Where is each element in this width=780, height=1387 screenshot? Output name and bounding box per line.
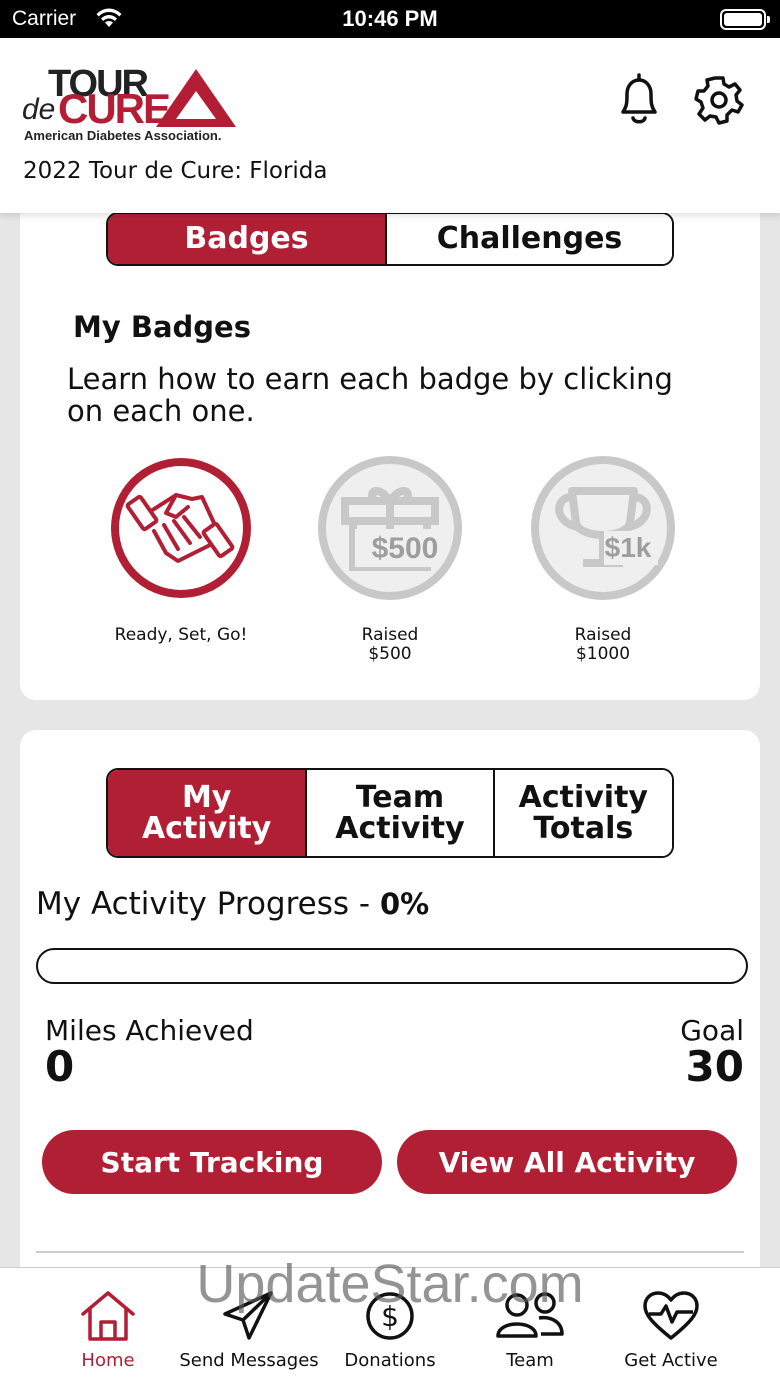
heart-pulse-icon	[643, 1291, 699, 1340]
home-icon	[81, 1291, 135, 1341]
logo-cure-text: CURE	[58, 85, 171, 132]
activity-toggle: My Activity Team Activity Activity Total…	[106, 768, 674, 858]
activity-progress-bar	[36, 948, 748, 984]
team-icon	[496, 1292, 564, 1338]
status-bar: Carrier 10:46 PM	[0, 0, 780, 38]
tab-label: Home	[81, 1350, 135, 1371]
battery-icon	[720, 9, 770, 30]
badges-hint: Learn how to earn each badge by clicking…	[67, 362, 673, 428]
badges-challenges-toggle: Badges Challenges	[106, 212, 674, 266]
tab-challenges[interactable]: Challenges	[385, 214, 672, 264]
svg-text:$500: $500	[372, 532, 439, 565]
badge-label: Raised $500	[300, 626, 480, 664]
badges-card: Badges Challenges My Badges Learn how to…	[20, 180, 760, 700]
logo-de-text: de	[22, 93, 56, 126]
event-name: 2022 Tour de Cure: Florida	[23, 158, 328, 184]
badge-ready-set-go[interactable]: Ready, Set, Go!	[91, 453, 271, 645]
tab-get-active[interactable]: Get Active	[596, 1290, 746, 1371]
tab-my-activity[interactable]: My Activity	[108, 770, 306, 856]
tab-team-activity[interactable]: Team Activity	[305, 770, 493, 856]
view-all-activity-button[interactable]: View All Activity	[397, 1130, 737, 1194]
divider	[36, 1251, 744, 1253]
tab-activity-totals[interactable]: Activity Totals	[492, 770, 672, 856]
badge-label-line2: $500	[368, 644, 412, 664]
badge-raised-1000[interactable]: $1k Raised $1000	[513, 453, 693, 664]
badge-raised-500[interactable]: $500 Raised $500	[300, 453, 480, 664]
trophy-icon: $1k	[531, 456, 675, 600]
dollar-icon: $	[366, 1292, 414, 1340]
miles-achieved-value: 0	[45, 1042, 75, 1091]
svg-text:$1k: $1k	[605, 532, 652, 563]
tab-label: Team	[506, 1350, 554, 1371]
goal-value: 30	[685, 1042, 744, 1091]
tab-badges[interactable]: Badges	[108, 214, 385, 264]
handshake-icon	[111, 458, 251, 598]
progress-separator: -	[349, 886, 380, 922]
ada-triangle-icon	[156, 69, 236, 127]
badge-label: Ready, Set, Go!	[114, 625, 248, 645]
start-tracking-button[interactable]: Start Tracking	[42, 1130, 382, 1194]
badge-label-line1: Raised	[574, 625, 632, 645]
send-icon	[223, 1291, 273, 1340]
tab-home[interactable]: Home	[33, 1290, 183, 1371]
tab-label: Get Active	[624, 1350, 718, 1371]
miles-achieved-label: Miles Achieved	[45, 1014, 254, 1047]
progress-percent: 0%	[379, 887, 430, 921]
tab-label: Send Messages	[179, 1350, 319, 1371]
badge-label: Raised $1000	[513, 626, 693, 664]
gear-icon[interactable]	[692, 72, 746, 128]
clock: 10:46 PM	[342, 6, 438, 31]
my-badges-title: My Badges	[73, 310, 251, 344]
progress-title-text: My Activity Progress	[36, 886, 350, 922]
logo-org-text: American Diabetes Association.	[24, 128, 222, 143]
svg-text:$: $	[381, 1300, 399, 1333]
tab-team[interactable]: Team	[455, 1290, 605, 1371]
tab-donations[interactable]: $ Donations	[315, 1290, 465, 1371]
bell-icon[interactable]	[613, 72, 665, 128]
tab-label: Donations	[344, 1350, 436, 1371]
badge-label-line2: $1000	[575, 644, 631, 664]
tab-send-messages[interactable]: Send Messages	[174, 1290, 324, 1371]
progress-title: My Activity Progress - 0%	[36, 886, 429, 922]
bottom-tab-bar: Home Send Messages $ Donations Team Get …	[0, 1267, 780, 1387]
app-header: TOUR de CURE American Diabetes Associati…	[0, 38, 780, 213]
gift-icon: $500	[318, 456, 462, 600]
badge-label-line1: Raised	[361, 625, 419, 645]
